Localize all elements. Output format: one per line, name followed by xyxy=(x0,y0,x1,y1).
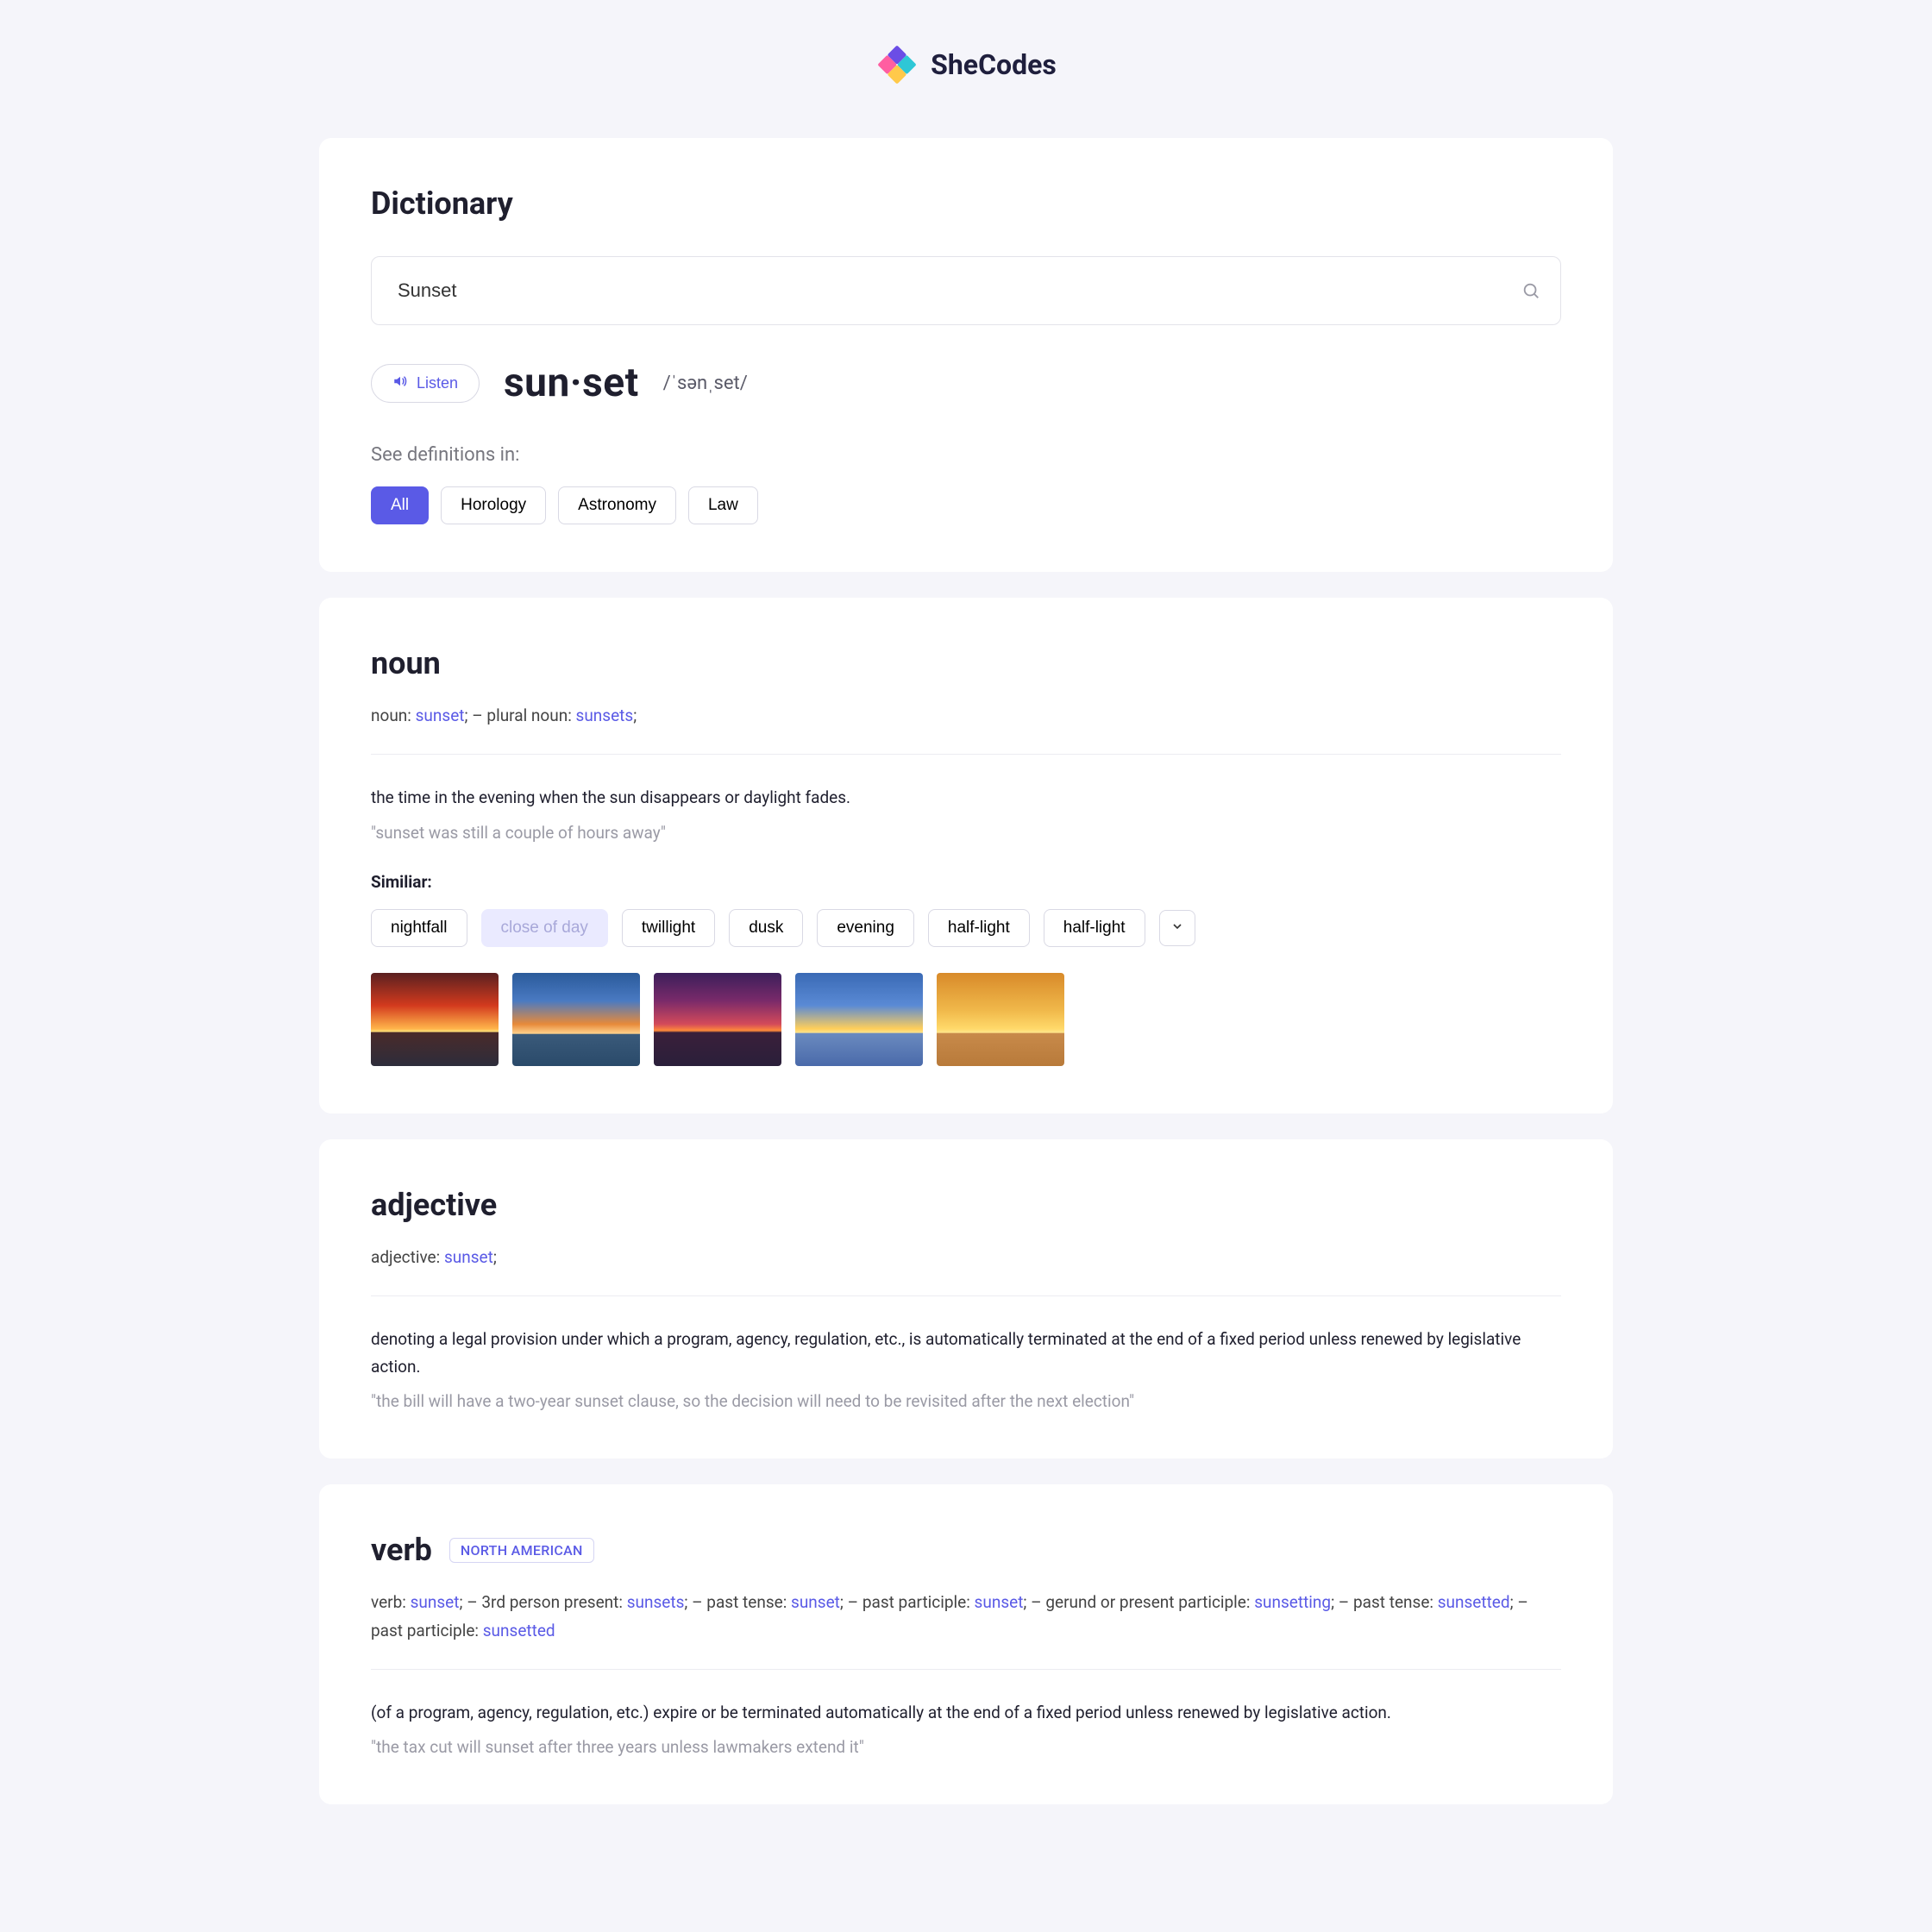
search-card: Dictionary Listen sun·set xyxy=(319,138,1613,572)
page-title: Dictionary xyxy=(371,185,1561,222)
listen-label: Listen xyxy=(417,374,458,392)
category-astronomy[interactable]: Astronomy xyxy=(558,486,676,524)
pronunciation: /ˈsənˌset/ xyxy=(663,372,748,394)
entry-noun: noun noun: sunset; – plural noun: sunset… xyxy=(319,598,1613,1113)
definition-verb: (of a program, agency, regulation, etc.)… xyxy=(371,1699,1561,1727)
example-noun: "sunset was still a couple of hours away… xyxy=(371,823,1561,843)
similar-chip[interactable]: half-light xyxy=(928,909,1030,947)
logo-header: SheCodes xyxy=(319,43,1613,86)
category-law[interactable]: Law xyxy=(688,486,758,524)
definition-noun: the time in the evening when the sun dis… xyxy=(371,784,1561,812)
pos-title-verb: verb NORTH AMERICAN xyxy=(371,1532,1561,1568)
categories-label: See definitions in: xyxy=(371,444,1561,466)
forms-verb: verb: sunset; – 3rd person present: suns… xyxy=(371,1589,1561,1670)
speaker-icon xyxy=(392,373,408,393)
similar-chip[interactable]: dusk xyxy=(729,909,803,947)
forms-noun: noun: sunset; – plural noun: sunsets; xyxy=(371,702,1561,755)
entry-adjective: adjective adjective: sunset; denoting a … xyxy=(319,1139,1613,1459)
similar-chip[interactable]: half-light xyxy=(1044,909,1145,947)
category-all[interactable]: All xyxy=(371,486,429,524)
sunset-thumbnail[interactable] xyxy=(512,973,640,1066)
expand-similar-button[interactable] xyxy=(1159,910,1195,946)
definition-adjective: denoting a legal provision under which a… xyxy=(371,1326,1561,1382)
similar-chip[interactable]: evening xyxy=(817,909,914,947)
images-row xyxy=(371,973,1561,1066)
pos-title-adjective: adjective xyxy=(371,1187,1561,1223)
chevron-down-icon xyxy=(1170,919,1184,936)
brand-name: SheCodes xyxy=(931,48,1057,81)
category-horology[interactable]: Horology xyxy=(441,486,546,524)
forms-adjective: adjective: sunset; xyxy=(371,1244,1561,1296)
listen-row: Listen sun·set /ˈsənˌset/ xyxy=(371,360,1561,406)
search-wrap xyxy=(371,256,1561,325)
pos-title-noun: noun xyxy=(371,645,1561,681)
entry-verb: verb NORTH AMERICAN verb: sunset; – 3rd … xyxy=(319,1484,1613,1804)
word-display: sun·set xyxy=(504,360,639,406)
shecodes-logo-icon xyxy=(875,43,919,86)
similar-row: nightfall close of day twillight dusk evenin… xyxy=(371,909,1561,947)
similar-label: Similiar: xyxy=(371,872,1561,892)
similar-chip[interactable]: nightfall xyxy=(371,909,467,947)
sunset-thumbnail[interactable] xyxy=(654,973,781,1066)
categories-row: All Horology Astronomy Law xyxy=(371,486,1561,524)
listen-button[interactable]: Listen xyxy=(371,364,480,403)
example-adjective: "the bill will have a two-year sunset cl… xyxy=(371,1391,1561,1411)
search-icon[interactable] xyxy=(1521,281,1540,300)
similar-chip[interactable]: close of day xyxy=(481,909,608,947)
sunset-thumbnail[interactable] xyxy=(937,973,1064,1066)
sunset-thumbnail[interactable] xyxy=(371,973,499,1066)
search-input[interactable] xyxy=(371,256,1561,325)
region-tag: NORTH AMERICAN xyxy=(449,1538,594,1563)
sunset-thumbnail[interactable] xyxy=(795,973,923,1066)
example-verb: "the tax cut will sunset after three yea… xyxy=(371,1737,1561,1757)
similar-chip[interactable]: twillight xyxy=(622,909,715,947)
